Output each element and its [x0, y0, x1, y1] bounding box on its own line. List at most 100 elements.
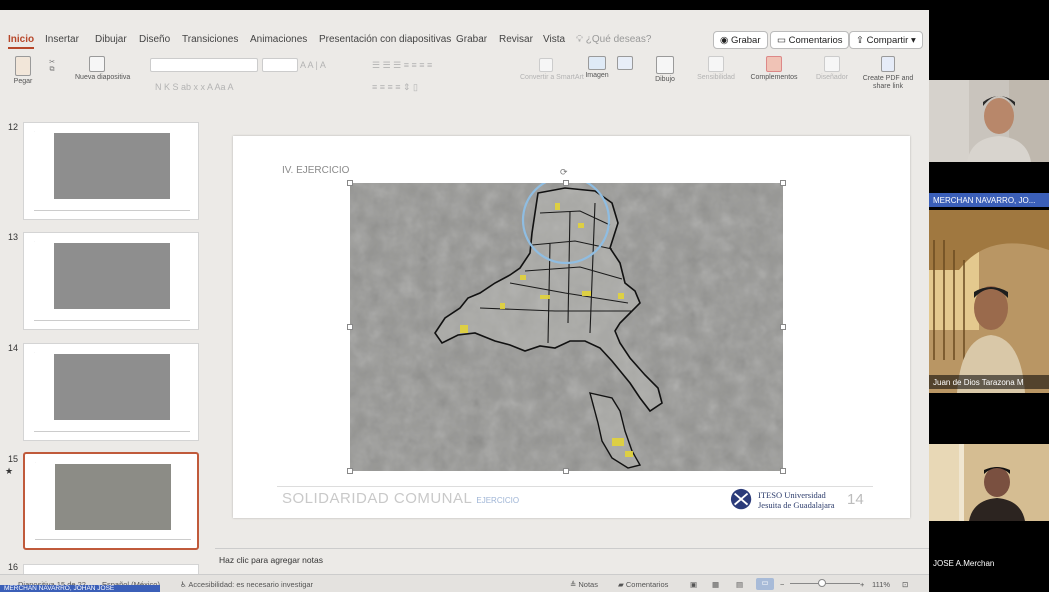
slide-title[interactable]: IV. EJERCICIO	[282, 165, 349, 176]
font-family-select[interactable]	[150, 58, 258, 72]
normal-view-icon[interactable]: ▣	[690, 580, 697, 589]
new-slide-button[interactable]: Nueva diapositiva	[75, 56, 130, 81]
notes-icon: ≜	[570, 580, 577, 589]
tab-presentacion[interactable]: Presentación con diapositivas	[319, 34, 451, 45]
shapes-button[interactable]	[614, 56, 636, 72]
resize-handle-tc[interactable]	[563, 180, 569, 186]
tab-inicio[interactable]: Inicio	[8, 34, 35, 49]
tab-revisar[interactable]: Revisar	[499, 34, 533, 45]
record-icon: ◉	[720, 35, 729, 46]
tab-diseno[interactable]: Diseño	[139, 34, 170, 45]
notes-placeholder[interactable]: Haz clic para agregar notas	[219, 555, 323, 565]
zoom-level[interactable]: 111%	[872, 580, 890, 589]
participant-namebar-3: JOSE A.Merchan	[929, 556, 1049, 570]
clipboard-icon	[15, 56, 31, 76]
tab-animaciones[interactable]: Animaciones	[250, 34, 307, 45]
thumbnail-slide-13[interactable]: .	[23, 232, 199, 330]
thumbnail-slide-15[interactable]: .	[23, 452, 199, 550]
participant-tile-2[interactable]: Juan de Dios Tarazona M	[929, 210, 1049, 393]
drawing-button[interactable]: Dibujo	[650, 56, 680, 83]
resize-handle-bl[interactable]	[347, 468, 353, 474]
slide-sorter-icon[interactable]: ▦	[712, 580, 719, 589]
paste-button[interactable]: Pegar	[8, 56, 38, 85]
iteso-logo-icon	[730, 488, 752, 510]
text-format-buttons[interactable]: N K S ab x x A Aa A	[155, 82, 234, 92]
slide-number-15: 15	[8, 454, 19, 464]
thumbnail-slide-12[interactable]: .	[23, 122, 199, 220]
designer-button[interactable]: Diseñador	[812, 56, 852, 81]
comment-icon: ▭	[777, 35, 786, 46]
tab-dibujar[interactable]: Dibujar	[95, 34, 127, 45]
zoom-out-icon[interactable]: −	[780, 580, 784, 589]
addins-icon	[766, 56, 782, 72]
notes-pane[interactable]: Haz clic para agregar notas	[215, 548, 929, 574]
grow-shrink-font[interactable]: A A | A	[300, 60, 326, 70]
slide-number-14: 14	[8, 343, 19, 353]
lightbulb-icon: 💡︎	[576, 34, 583, 45]
create-pdf-button[interactable]: Create PDF and share link	[862, 56, 914, 91]
sensitivity-icon	[708, 56, 724, 72]
image-icon	[588, 56, 606, 70]
list-buttons[interactable]: ☰ ☰ ☰ ≡ ≡ ≡ ≡	[372, 60, 432, 71]
pdf-icon	[881, 56, 895, 72]
resize-handle-ml[interactable]	[347, 324, 353, 330]
fit-slide-icon[interactable]: ⊡	[902, 580, 908, 589]
cut-copy-icons[interactable]: ✂ ⧉	[42, 58, 62, 74]
shapes-icon	[617, 56, 633, 70]
comments-button[interactable]: ▭ Comentarios	[770, 31, 850, 49]
slide-thumbnails-pane[interactable]: 12 . 13 . 14 . 15 ★ . 16	[0, 104, 210, 574]
comment-icon: ▰	[618, 580, 624, 589]
font-size-select[interactable]	[262, 58, 298, 72]
reading-view-icon[interactable]: ▤	[736, 580, 743, 589]
slide-number-16: 16	[8, 562, 19, 572]
participant-tile-3[interactable]	[929, 444, 1049, 521]
thumbnail-slide-16[interactable]	[23, 564, 199, 574]
slide-footer-title: SOLIDARIDAD COMUNAL EJERCICIO	[282, 490, 520, 507]
participant-video-1	[929, 80, 1049, 162]
share-button[interactable]: ⇪ Compartir ▾	[849, 31, 923, 49]
participant-tile-1[interactable]	[929, 80, 1049, 162]
participant-namebar-1: MERCHAN NAVARRO, JO...	[929, 193, 1049, 207]
slide-footer-line	[277, 486, 873, 487]
resize-handle-mr[interactable]	[780, 324, 786, 330]
comments-toggle[interactable]: ▰ Comentarios	[618, 580, 668, 589]
tab-insertar[interactable]: Insertar	[45, 34, 79, 45]
active-speaker-label: MERCHAN NAVARRO, JOHAN JOSE	[0, 585, 160, 592]
designer-icon	[824, 56, 840, 72]
slideshow-icon[interactable]: ▭	[756, 578, 774, 590]
resize-handle-br[interactable]	[780, 468, 786, 474]
search-box[interactable]: 💡︎ ¿Qué deseas?	[576, 34, 651, 45]
rotate-handle-icon[interactable]: ⟳	[560, 167, 568, 178]
resize-handle-tl[interactable]	[347, 180, 353, 186]
slide-number-12: 12	[8, 122, 19, 132]
slide-number-13: 13	[8, 232, 19, 242]
accessibility-status[interactable]: ♿︎ Accesibilidad: es necesario investiga…	[180, 580, 313, 589]
image-button[interactable]: Imagen	[584, 56, 610, 79]
tab-vista[interactable]: Vista	[543, 34, 565, 45]
convert-smartart-button[interactable]: Convertir a SmartArt	[520, 58, 584, 81]
notes-toggle[interactable]: ≜ Notas	[570, 580, 598, 589]
screen: Inicio Insertar Dibujar Diseño Transicio…	[0, 0, 1049, 592]
ribbon-toolbar: Pegar ✂ ⧉ Nueva diapositiva N K S ab x x …	[0, 52, 929, 104]
animation-star-icon: ★	[5, 466, 14, 476]
smartart-icon	[539, 58, 553, 72]
record-button[interactable]: ◉ Grabar	[713, 31, 768, 49]
drawing-icon	[656, 56, 674, 74]
share-icon: ⇪	[856, 35, 864, 46]
participant-video-3	[929, 444, 1049, 521]
thumbnail-slide-14[interactable]: .	[23, 343, 199, 441]
zoom-slider-thumb[interactable]	[818, 579, 826, 587]
slide-canvas[interactable]: IV. EJERCICIO ⟳ SOLIDARIDAD COMUNAL EJER…	[233, 136, 910, 518]
zoom-in-icon[interactable]: +	[860, 580, 864, 589]
tab-transiciones[interactable]: Transiciones	[182, 34, 238, 45]
slide-page-number: 14	[847, 491, 864, 508]
resize-handle-bc[interactable]	[563, 468, 569, 474]
satellite-map-image[interactable]: ⟳	[347, 167, 786, 474]
align-buttons[interactable]: ≡ ≡ ≡ ≡ ⇕ ▯	[372, 82, 418, 93]
ribbon-tabs: Inicio Insertar Dibujar Diseño Transicio…	[0, 30, 929, 52]
sensitivity-button[interactable]: Sensibilidad	[694, 56, 738, 81]
tab-grabar[interactable]: Grabar	[456, 34, 487, 45]
resize-handle-tr[interactable]	[780, 180, 786, 186]
addins-button[interactable]: Complementos	[748, 56, 800, 81]
new-slide-icon	[89, 56, 105, 72]
